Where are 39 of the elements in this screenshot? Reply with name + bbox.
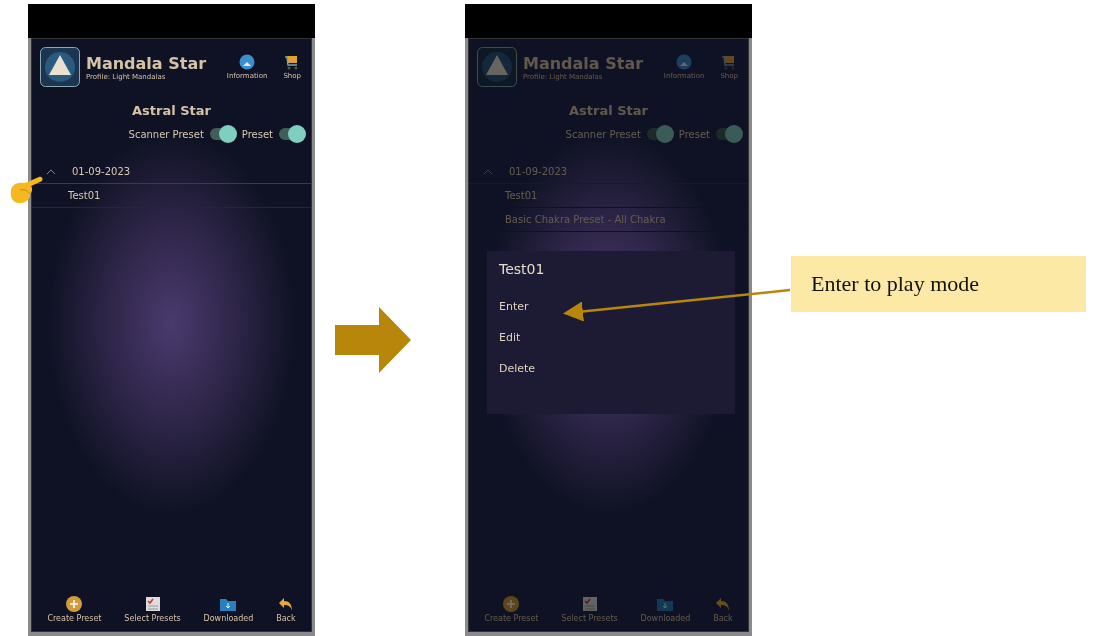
- nav-button[interactable]: Create Preset: [47, 596, 102, 623]
- toggle-label: Scanner Preset: [128, 128, 204, 140]
- plus-circle-icon: [503, 596, 520, 612]
- preset-item[interactable]: Test01: [32, 184, 311, 208]
- globe-icon: [239, 54, 256, 70]
- back-arrow-icon: [714, 596, 731, 612]
- checklist-icon: [144, 596, 161, 612]
- date-label: 01-09-2023: [509, 166, 568, 177]
- toggle-switch[interactable]: [209, 128, 236, 140]
- toggle-label: Preset: [678, 128, 710, 140]
- nav-button[interactable]: Downloaded: [203, 596, 254, 623]
- right-arrow-icon: [335, 307, 411, 373]
- page-title: Astral Star: [131, 103, 212, 118]
- checklist-icon: [581, 596, 598, 612]
- toggle-switch[interactable]: [279, 128, 305, 140]
- menu-option[interactable]: Edit: [499, 322, 521, 353]
- app-logo: [477, 47, 517, 87]
- menu-option[interactable]: Enter: [499, 291, 529, 322]
- page-title: Astral Star: [568, 103, 649, 118]
- toggle-switch[interactable]: [646, 128, 673, 140]
- app-title: Mandala Star: [86, 53, 208, 73]
- menu-option[interactable]: Delete: [499, 353, 536, 384]
- toggle-label: Preset: [241, 128, 273, 140]
- folder-icon: [656, 596, 675, 612]
- toggle-switch[interactable]: [716, 128, 742, 140]
- globe-icon: [676, 54, 693, 70]
- date-label: 01-09-2023: [72, 166, 131, 177]
- menu-title: Test01: [499, 261, 546, 277]
- toggle-label: Scanner Preset: [565, 128, 641, 140]
- callout-label: Enter to play mode: [791, 256, 1086, 312]
- back-arrow-icon: [277, 596, 294, 612]
- app-logo: [40, 47, 80, 87]
- nav-button[interactable]: Back: [276, 596, 296, 623]
- plus-circle-icon: [66, 596, 83, 612]
- chevron-icon: [483, 168, 493, 175]
- chevron-icon: [46, 168, 56, 175]
- folder-icon: [219, 596, 238, 612]
- nav-button[interactable]: Select Presets: [124, 596, 181, 623]
- app-title: Mandala Star: [523, 53, 645, 73]
